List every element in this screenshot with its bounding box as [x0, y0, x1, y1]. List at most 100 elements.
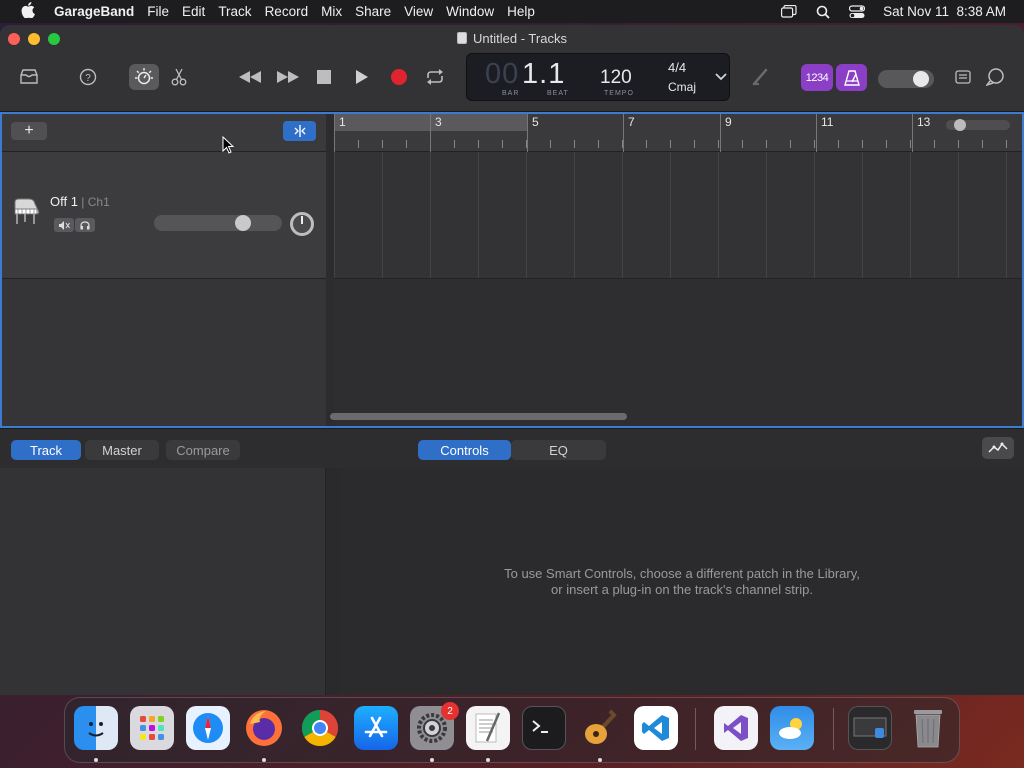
menu-file[interactable]: File: [147, 4, 169, 19]
zoom-slider-knob[interactable]: [954, 119, 966, 131]
control-center-icon[interactable]: [849, 4, 866, 19]
smart-controls-message-line2: or insert a plug-in on the track's chann…: [551, 582, 813, 597]
track-timeline-lane[interactable]: [334, 152, 1022, 279]
track-volume-slider[interactable]: [154, 215, 282, 231]
terminal-icon[interactable]: [522, 706, 566, 750]
smart-controls-message: To use Smart Controls, choose a differen…: [340, 566, 1024, 598]
record-icon[interactable]: [384, 64, 414, 90]
safari-icon[interactable]: [186, 706, 230, 750]
help-icon[interactable]: ?: [73, 64, 103, 90]
menu-mix[interactable]: Mix: [321, 4, 342, 19]
visual-studio-icon[interactable]: [714, 706, 758, 750]
play-icon[interactable]: [347, 64, 377, 90]
menu-bar: GarageBand File Edit Track Record Mix Sh…: [0, 0, 1024, 23]
weather-icon[interactable]: [770, 706, 814, 750]
chrome-icon[interactable]: [298, 706, 342, 750]
textedit-icon[interactable]: [466, 706, 510, 750]
headphones-icon[interactable]: [75, 218, 95, 232]
menu-app-name[interactable]: GarageBand: [54, 4, 134, 19]
volume-slider-knob[interactable]: [235, 215, 251, 231]
menu-record[interactable]: Record: [265, 4, 309, 19]
finder-icon[interactable]: [74, 706, 118, 750]
mute-icon[interactable]: [54, 218, 74, 232]
app-store-icon[interactable]: [354, 706, 398, 750]
lcd-tempo-label: TEMPO: [604, 90, 634, 97]
tab-compare[interactable]: Compare: [166, 440, 240, 460]
vscode-icon[interactable]: [634, 706, 678, 750]
garageband-icon[interactable]: [578, 706, 622, 750]
zoom-slider[interactable]: [946, 119, 1010, 131]
tab-track[interactable]: Track: [11, 440, 81, 460]
piano-icon: [12, 196, 42, 231]
lcd-beat-label: BEAT: [547, 90, 569, 97]
catch-playhead-button[interactable]: [283, 121, 316, 141]
cycle-icon[interactable]: [420, 64, 450, 90]
empty-timeline-area[interactable]: [334, 279, 1022, 426]
track-header[interactable]: Off 1 | Ch1: [2, 152, 326, 279]
track-list-divider[interactable]: [326, 114, 334, 426]
pan-knob[interactable]: [290, 212, 314, 236]
dock-running-indicator: [94, 758, 98, 762]
loop-browser-icon[interactable]: [981, 64, 1011, 90]
lcd-time-signature[interactable]: 4/4: [668, 60, 686, 75]
rewind-icon[interactable]: [235, 64, 265, 90]
tab-eq[interactable]: EQ: [511, 440, 606, 460]
add-track-button[interactable]: +: [11, 122, 47, 140]
dock-running-indicator: [262, 758, 266, 762]
launchpad-icon[interactable]: [130, 706, 174, 750]
search-icon[interactable]: [815, 5, 831, 19]
menubar-clock[interactable]: Sat Nov 11 8:38 AM: [883, 4, 1006, 19]
smart-controls-bar: Track Master Compare Controls EQ: [0, 428, 1024, 468]
stop-icon[interactable]: [309, 64, 339, 90]
ruler-bar-line: [334, 114, 335, 152]
ruler-bar-9: 9: [725, 115, 732, 129]
dock-running-indicator: [598, 758, 602, 762]
ruler-bar-line: [912, 114, 913, 152]
ruler-bar-line: [720, 114, 721, 152]
ruler-bar-line: [430, 114, 431, 152]
track-headers-toolbar: +: [2, 114, 326, 152]
screen-mirror-icon[interactable]: [781, 5, 797, 19]
trash-icon[interactable]: [906, 706, 950, 750]
count-in-icon[interactable]: 1234: [801, 64, 833, 91]
dock-separator: [695, 708, 696, 750]
screenshot-stack-icon[interactable]: [848, 706, 892, 750]
title-bar: Untitled - Tracks ? 00 1.1 BAR BEAT 120 …: [0, 25, 1024, 112]
apple-menu-icon[interactable]: [16, 1, 40, 22]
horizontal-scrollbar[interactable]: [330, 413, 627, 420]
tuner-icon[interactable]: [745, 64, 775, 90]
timeline-ruler[interactable]: 1 3 5 7 9 11 13: [334, 114, 1022, 152]
window-title: Untitled - Tracks: [0, 31, 1024, 46]
menu-view[interactable]: View: [404, 4, 433, 19]
metronome-icon[interactable]: [836, 64, 867, 91]
mouse-cursor-icon: [222, 135, 235, 154]
menu-window[interactable]: Window: [446, 4, 494, 19]
lcd-display[interactable]: 00 1.1 BAR BEAT 120 TEMPO 4/4 Cmaj: [466, 53, 730, 101]
notepad-icon[interactable]: [948, 64, 978, 90]
tab-master[interactable]: Master: [85, 440, 159, 460]
menu-share[interactable]: Share: [355, 4, 391, 19]
lcd-key[interactable]: Cmaj: [668, 80, 696, 94]
ruler-bar-5: 5: [532, 115, 539, 129]
scissors-icon[interactable]: [164, 64, 194, 90]
lcd-beat-value: 1: [548, 58, 566, 90]
smart-controls-message-line1: To use Smart Controls, choose a differen…: [504, 566, 860, 581]
track-name[interactable]: Off 1 | Ch1: [50, 194, 110, 209]
menu-help[interactable]: Help: [507, 4, 535, 19]
menu-edit[interactable]: Edit: [182, 4, 205, 19]
master-volume-toggle[interactable]: [878, 70, 934, 88]
fast-forward-icon[interactable]: [273, 64, 303, 90]
ruler-bar-3: 3: [435, 115, 442, 129]
menu-track[interactable]: Track: [218, 4, 251, 19]
lcd-bar-value: 1.: [522, 58, 549, 90]
tab-controls[interactable]: Controls: [418, 440, 511, 460]
smart-controls-icon[interactable]: [129, 64, 159, 90]
garageband-window: Untitled - Tracks ? 00 1.1 BAR BEAT 120 …: [0, 25, 1024, 695]
ruler-bar-line: [816, 114, 817, 152]
smart-controls-inspector-icon[interactable]: [982, 437, 1014, 459]
chevron-down-icon[interactable]: [707, 64, 735, 90]
firefox-icon[interactable]: [242, 706, 286, 750]
empty-track-area[interactable]: [2, 279, 326, 426]
lcd-tempo[interactable]: 120: [600, 67, 632, 89]
library-icon[interactable]: [14, 64, 44, 90]
